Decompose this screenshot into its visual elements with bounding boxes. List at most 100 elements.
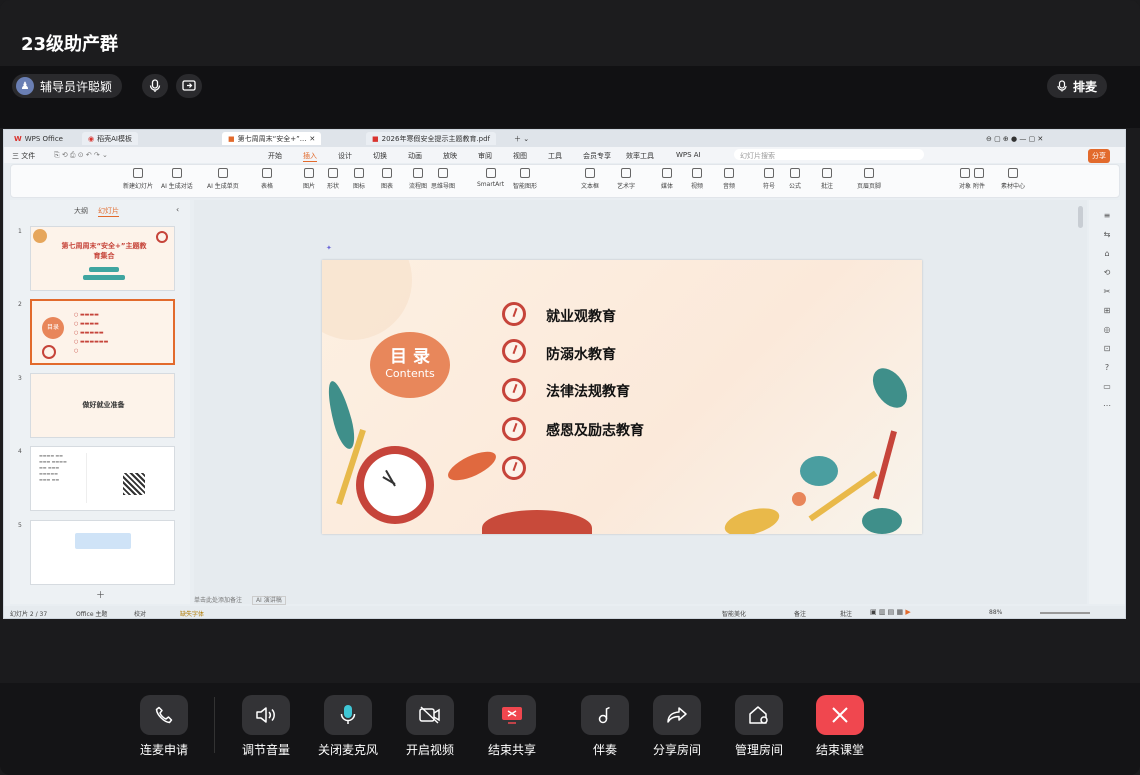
end-class-button[interactable]: 结束课堂 xyxy=(808,695,872,758)
manage-room-button[interactable]: 管理房间 xyxy=(727,695,791,758)
start-video-button[interactable]: 开启视频 xyxy=(398,695,462,758)
ribbon-item-icon xyxy=(585,168,595,178)
ribbon-item[interactable]: 文本框 xyxy=(581,168,599,190)
ribbon-item[interactable]: SmartArt xyxy=(477,168,504,188)
wps-search-input[interactable]: 幻灯片搜索 xyxy=(734,149,924,160)
menu-design[interactable]: 设计 xyxy=(338,151,352,161)
menu-tools[interactable]: 工具 xyxy=(548,151,562,161)
slide-thumbnail-3[interactable]: 做好就业准备 xyxy=(30,373,175,438)
slide-thumbnail-2[interactable]: 目录 ○ ▬▬▬▬ ○ ▬▬▬▬ ○ ▬▬▬▬▬ ○ ▬▬▬▬▬▬ ○ xyxy=(30,299,175,365)
slides-tab[interactable]: 幻灯片 xyxy=(98,206,119,217)
ribbon-item-label: 表格 xyxy=(261,183,274,190)
zoom-level[interactable]: 88% xyxy=(989,609,1002,616)
new-tab-button[interactable]: ＋ ⌄ xyxy=(508,132,535,145)
outline-tab[interactable]: 大纲 xyxy=(74,206,88,216)
ribbon-item[interactable]: 附件 xyxy=(973,168,985,190)
toc-item-4: 感恩及励志教育 xyxy=(546,423,644,439)
menu-slideshow[interactable]: 放映 xyxy=(443,151,457,161)
wps-tab-templates[interactable]: ◉ 稻壳AI模板 xyxy=(82,132,138,145)
ribbon-item[interactable]: 图片 xyxy=(303,168,315,190)
collapse-pane-icon[interactable]: ‹ xyxy=(176,205,179,214)
theme-name[interactable]: Office 主题 xyxy=(76,609,107,618)
ribbon-item[interactable]: 思维导图 xyxy=(431,168,455,190)
ribbon-item[interactable]: 符号 xyxy=(763,168,775,190)
menu-efficiency[interactable]: 效率工具 xyxy=(626,151,654,161)
missing-font-status[interactable]: 缺失字体 xyxy=(180,609,204,618)
slide-thumbnail-4[interactable]: ▬▬▬▬ ▬▬ ▬▬▬ ▬▬▬▬ ▬▬ ▬▬▬ ▬▬▬▬▬ ▬▬▬ ▬▬ xyxy=(30,446,175,511)
ribbon-item[interactable]: 形状 xyxy=(327,168,339,190)
slide-thumbnail-5[interactable] xyxy=(30,520,175,585)
menu-home[interactable]: 开始 xyxy=(268,151,282,161)
ribbon-item[interactable]: 图标 xyxy=(353,168,365,190)
menu-transition[interactable]: 切换 xyxy=(373,151,387,161)
button-surface xyxy=(140,695,188,735)
thumb-image xyxy=(75,533,131,549)
ribbon-item[interactable]: 对象 xyxy=(959,168,971,190)
ribbon-item-icon xyxy=(724,168,734,178)
queue-button[interactable]: 排麦 xyxy=(1047,74,1108,98)
menu-insert[interactable]: 插入 xyxy=(303,151,317,162)
notes-area[interactable]: 单击此处添加备注 AI 演讲稿 xyxy=(194,595,1087,605)
apply-mic-button[interactable]: 连麦申请 xyxy=(132,695,196,758)
zoom-slider[interactable] xyxy=(1040,612,1090,614)
screen-share-status-icon[interactable] xyxy=(176,74,202,98)
ribbon-item[interactable]: 媒体 xyxy=(661,168,673,190)
menu-animation[interactable]: 动画 xyxy=(408,151,422,161)
volume-button[interactable]: 调节音量 xyxy=(234,695,298,758)
ribbon-item[interactable]: 音频 xyxy=(723,168,735,190)
menu-wps-ai[interactable]: WPS AI xyxy=(676,151,701,159)
ribbon-item[interactable]: 素材中心 xyxy=(1001,168,1025,190)
leaf-decoration xyxy=(862,508,902,534)
ribbon-item[interactable]: 表格 xyxy=(261,168,273,190)
accompaniment-label: 伴奏 xyxy=(592,743,617,757)
ribbon-item[interactable]: 页眉页脚 xyxy=(857,168,881,190)
mute-mic-button[interactable]: 关闭麦克风 xyxy=(316,695,380,758)
ai-notes-button[interactable]: AI 演讲稿 xyxy=(251,596,286,605)
ribbon-item[interactable]: 艺术字 xyxy=(617,168,635,190)
slide-thumbnail-1[interactable]: 第七周周末“安全+”主题教育集合 xyxy=(30,226,175,291)
ribbon-item[interactable]: 公式 xyxy=(789,168,801,190)
wps-share-button[interactable]: 分享 xyxy=(1088,149,1110,163)
ribbon-item[interactable]: AI 生成单页 xyxy=(207,168,239,190)
ribbon-item[interactable]: 图表 xyxy=(381,168,393,190)
ribbon-item[interactable]: 智能图形 xyxy=(513,168,537,190)
accompaniment-button[interactable]: 伴奏 xyxy=(573,695,637,758)
host-badge[interactable]: ♟ 辅导员许聪颖 xyxy=(12,74,123,98)
mic-status-icon[interactable] xyxy=(142,74,168,98)
file-menu[interactable]: 三 文件 xyxy=(12,151,35,161)
ribbon-item-icon xyxy=(822,168,832,178)
side-tool-icons[interactable]: ≡ ⇆ ⌂ ⟲ ✂ ⊞ ◎ ⊡? ▭ ⋯ xyxy=(1103,206,1111,415)
ribbon-item[interactable]: 视频 xyxy=(691,168,703,190)
ribbon-item-icon xyxy=(520,168,530,178)
ribbon-item-icon xyxy=(304,168,314,178)
current-slide[interactable]: 目 录 Contents 就业观教育 防溺水教育 法律法规教育 感恩及励志教育 xyxy=(322,260,922,534)
ai-assist-icon[interactable]: ✦ xyxy=(326,244,332,252)
toc-heading: 目 录 xyxy=(390,347,430,367)
wps-tab-home[interactable]: W WPS Office xyxy=(8,132,69,145)
menu-view[interactable]: 视图 xyxy=(513,151,527,161)
share-arrow-icon xyxy=(667,707,687,723)
view-mode-icons[interactable]: ▣ ▥ ▤ ▦ ▶ xyxy=(870,608,911,616)
end-share-button[interactable]: 结束共享 xyxy=(480,695,544,758)
proofing-status[interactable]: 校对 xyxy=(134,609,146,618)
quick-access-icons[interactable]: ⎘ ⟲ ⎙ ⊙ ↶ ↷ ⌄ xyxy=(54,151,108,160)
ribbon-item[interactable]: 批注 xyxy=(821,168,833,190)
menu-member[interactable]: 会员专享 xyxy=(583,151,611,161)
ribbon-item[interactable]: AI 生成对话 xyxy=(161,168,193,190)
thumb-title: 第七周周末“安全+”主题教育集合 xyxy=(61,242,147,260)
wps-tab-presentation[interactable]: ■ 第七周周末“安全+”... ✕ xyxy=(222,132,322,145)
ribbon-item[interactable]: 流程图 xyxy=(409,168,427,190)
notes-toggle[interactable]: 备注 xyxy=(794,609,806,618)
ribbon-item-label: 图表 xyxy=(381,183,394,190)
share-room-button[interactable]: 分享房间 xyxy=(645,695,709,758)
toc-item-2: 防溺水教育 xyxy=(546,347,616,363)
add-slide-button[interactable]: ＋ xyxy=(96,588,105,601)
wps-tab-pdf[interactable]: ■ 2026年寒假安全提示主题教育.pdf xyxy=(366,132,497,145)
smart-beautify[interactable]: 智能美化 xyxy=(722,609,746,618)
comments-toggle[interactable]: 批注 xyxy=(840,609,852,618)
vertical-scrollbar[interactable] xyxy=(1078,206,1083,228)
wps-tab-bar: W WPS Office ◉ 稻壳AI模板 ■ 第七周周末“安全+”... ✕ ■ 202… xyxy=(4,130,1125,147)
ribbon-item[interactable]: 新建幻灯片 xyxy=(123,168,153,190)
wps-window-controls[interactable]: ⊖ ▢ ⊕ ● — ▢ ✕ xyxy=(980,132,1049,145)
menu-review[interactable]: 审阅 xyxy=(478,151,492,161)
